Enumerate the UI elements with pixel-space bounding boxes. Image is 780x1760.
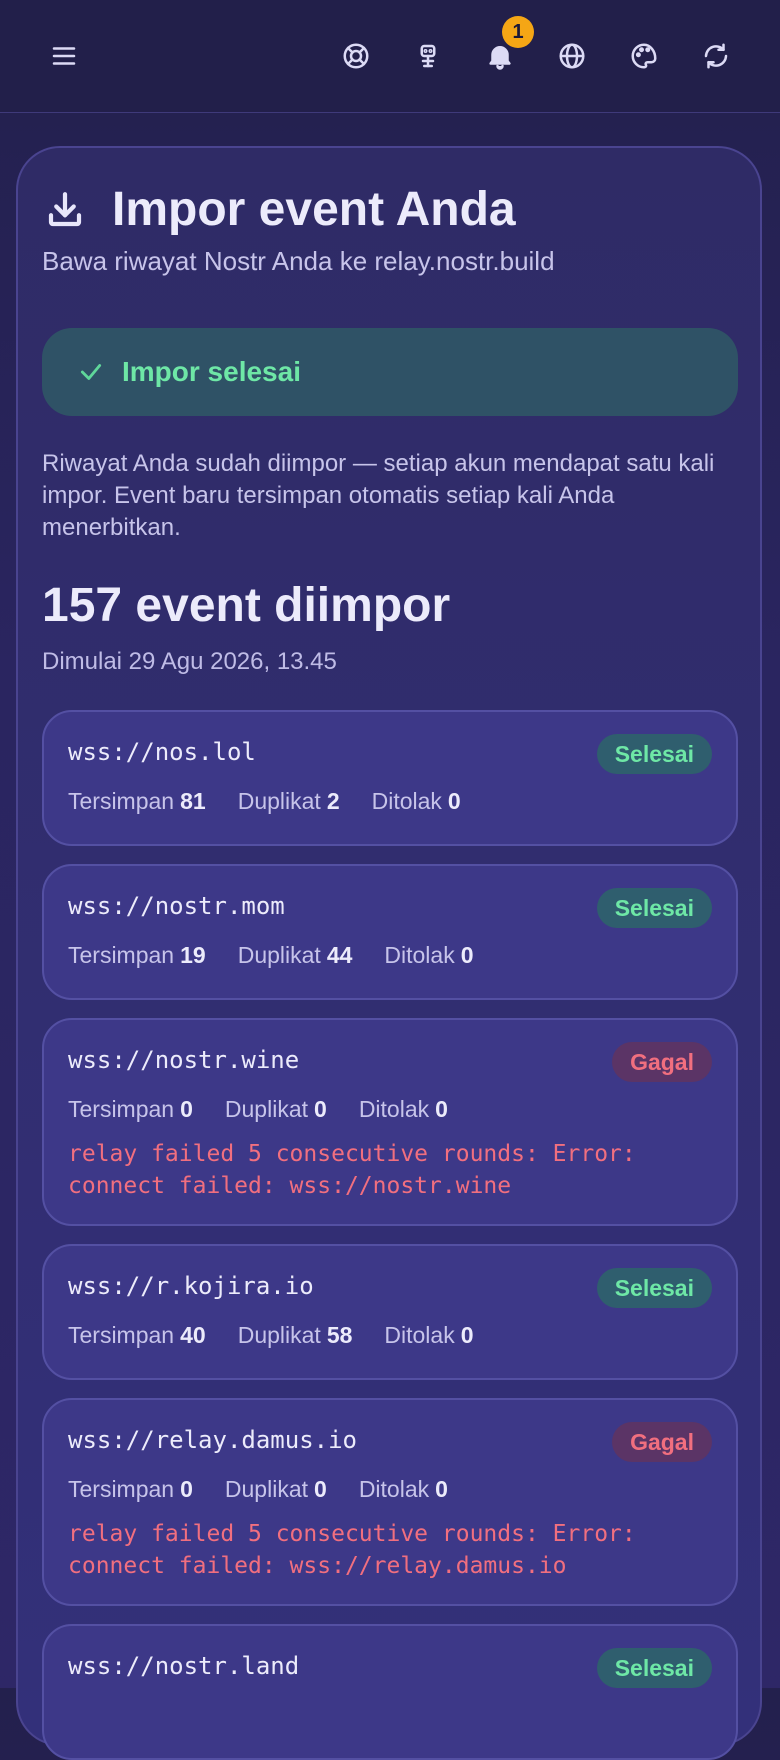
stat-saved-value: 0 [180, 1476, 193, 1502]
stat-duplicate-value: 58 [326, 1322, 353, 1348]
stat-saved-label: Tersimpan [68, 942, 175, 968]
stat-rejected-value: 0 [460, 1322, 474, 1348]
success-banner: Impor selesai [42, 328, 738, 416]
page-title: Impor event Anda [112, 183, 516, 236]
stat-saved: Tersimpan 40 [68, 1322, 206, 1349]
title-row: Impor event Anda [44, 182, 516, 237]
stat-saved-value: 40 [180, 1322, 206, 1348]
stat-rejected-value: 0 [447, 788, 461, 814]
status-badge: Selesai [596, 888, 712, 928]
stat-rejected: Ditolak 0 [384, 942, 473, 969]
relay-url: wss://r.kojira.io [68, 1272, 314, 1300]
stat-rejected-label: Ditolak [384, 942, 455, 968]
status-badge: Selesai [596, 1268, 712, 1308]
relay-error-message: relay failed 5 consecutive rounds: Error… [68, 1141, 636, 1199]
relay-url: wss://nostr.mom [68, 892, 285, 920]
stat-duplicate-label: Duplikat [237, 788, 321, 814]
stat-duplicate-value: 2 [326, 788, 340, 814]
relay-url: wss://nos.lol [68, 738, 256, 766]
stat-saved-label: Tersimpan [68, 788, 175, 814]
import-card: Impor event Anda Bawa riwayat Nostr Anda… [16, 146, 762, 1760]
relay-stats: Tersimpan 0 Duplikat 0 Ditolak 0 [68, 1476, 480, 1503]
refresh-icon [704, 43, 728, 69]
stat-duplicate: Duplikat 0 [225, 1096, 327, 1123]
stat-duplicate-value: 0 [314, 1476, 327, 1502]
robot-icon [420, 44, 436, 68]
support-button[interactable] [332, 32, 380, 80]
stat-saved: Tersimpan 0 [68, 1476, 193, 1503]
stat-rejected-value: 0 [435, 1476, 448, 1502]
stat-saved: Tersimpan 0 [68, 1096, 193, 1123]
relay-stats: Tersimpan 81 Duplikat 2 Ditolak 0 [68, 788, 493, 815]
stat-saved: Tersimpan 19 [68, 942, 206, 969]
stat-duplicate: Duplikat 0 [225, 1476, 327, 1503]
theme-button[interactable] [620, 32, 668, 80]
relay-url: wss://nostr.wine [68, 1046, 300, 1074]
relay-card: wss://r.kojira.io Selesai Tersimpan 40 Dupli… [42, 1244, 738, 1380]
relay-card: wss://nostr.land Selesai [42, 1624, 738, 1760]
stat-saved-label: Tersimpan [68, 1322, 175, 1348]
relay-card: wss://nostr.wine Gagal Tersimpan 0 Duplikat 0… [42, 1018, 738, 1226]
stat-rejected-label: Ditolak [358, 1476, 430, 1502]
stat-duplicate-label: Duplikat [224, 1476, 309, 1502]
relay-stats: Tersimpan 40 Duplikat 58 Ditolak 0 [68, 1322, 506, 1349]
stat-saved-value: 19 [180, 942, 206, 968]
stat-rejected-value: 0 [460, 942, 474, 968]
import-description: Riwayat Anda sudah diimpor — setiap akun… [42, 450, 715, 541]
relay-stats: Tersimpan 0 Duplikat 0 Ditolak 0 [68, 1096, 480, 1123]
stat-rejected: Ditolak 0 [359, 1096, 448, 1123]
refresh-button[interactable] [692, 32, 740, 80]
stat-duplicate-label: Duplikat [237, 1322, 321, 1348]
stat-duplicate-value: 44 [326, 942, 353, 968]
lifebuoy-icon [343, 43, 369, 69]
relay-card: wss://relay.damus.io Gagal Tersimpan 0 Dupli… [42, 1398, 738, 1606]
globe-icon [559, 43, 585, 69]
stat-duplicate-value: 0 [314, 1096, 327, 1122]
status-badge: Gagal [612, 1422, 712, 1462]
menu-button[interactable] [40, 32, 88, 80]
success-label: Impor selesai [122, 356, 301, 387]
relay-card: wss://nostr.mom Selesai Tersimpan 19 Duplika… [42, 864, 738, 1000]
page-subtitle: Bawa riwayat Nostr Anda ke relay.nostr.b… [42, 246, 555, 276]
notification-badge: 1 [502, 16, 534, 48]
stat-saved-label: Tersimpan [68, 1096, 175, 1122]
stat-duplicate-label: Duplikat [237, 942, 321, 968]
relay-stats: Tersimpan 19 Duplikat 44 Ditolak 0 [68, 942, 506, 969]
stat-duplicate: Duplikat 58 [238, 1322, 353, 1349]
relay-url: wss://relay.damus.io [68, 1426, 357, 1454]
stat-rejected-value: 0 [435, 1096, 448, 1122]
relay-card: wss://nos.lol Selesai Tersimpan 81 Duplikat 2… [42, 710, 738, 846]
notifications-button[interactable]: 1 [476, 16, 534, 80]
relay-error-message: relay failed 5 consecutive rounds: Error… [68, 1521, 636, 1579]
download-icon [48, 191, 82, 226]
bot-button[interactable] [404, 32, 452, 80]
check-icon [80, 364, 102, 380]
status-badge: Selesai [596, 1648, 712, 1688]
stat-rejected: Ditolak 0 [359, 1476, 448, 1503]
stat-duplicate: Duplikat 2 [238, 788, 340, 815]
stat-rejected-label: Ditolak [371, 788, 442, 814]
stat-rejected: Ditolak 0 [372, 788, 461, 815]
started-timestamp: Dimulai 29 Agu 2026, 13.45 [42, 648, 337, 675]
top-bar: 1 [0, 0, 780, 113]
palette-icon [631, 43, 657, 69]
relay-url: wss://nostr.land [68, 1652, 300, 1680]
stat-saved: Tersimpan 81 [68, 788, 206, 815]
stat-rejected-label: Ditolak [358, 1096, 430, 1122]
stat-saved-label: Tersimpan [68, 1476, 175, 1502]
status-badge: Selesai [596, 734, 712, 774]
stat-saved-value: 0 [180, 1096, 193, 1122]
menu-icon [52, 47, 76, 65]
stat-rejected-label: Ditolak [384, 1322, 455, 1348]
stat-duplicate-label: Duplikat [224, 1096, 309, 1122]
event-count: 157 event diimpor [42, 579, 451, 632]
stat-duplicate: Duplikat 44 [238, 942, 353, 969]
stat-saved-value: 81 [180, 788, 206, 814]
stat-rejected: Ditolak 0 [384, 1322, 473, 1349]
language-button[interactable] [548, 32, 596, 80]
status-badge: Gagal [612, 1042, 712, 1082]
